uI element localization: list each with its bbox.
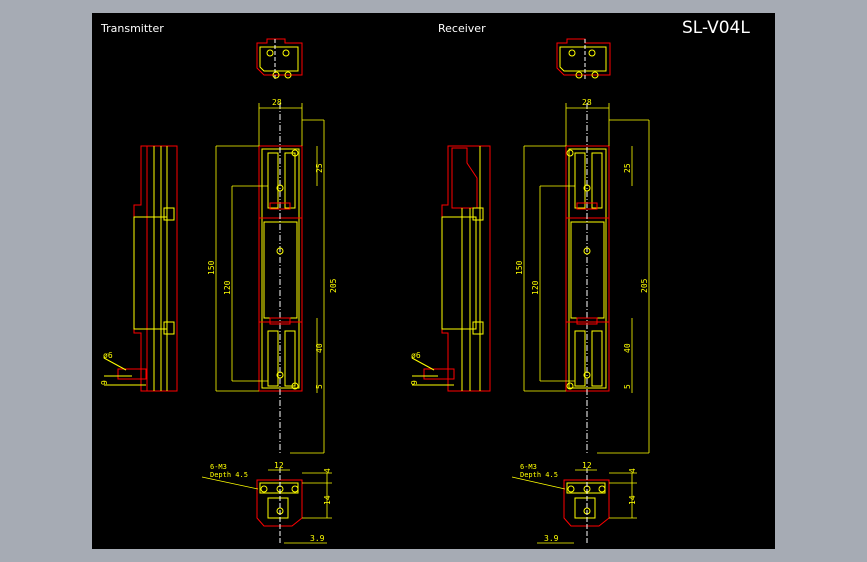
transmitter-pitch-top-dim: 25 [315,163,324,173]
transmitter-height-dim: 150 [207,260,216,275]
receiver-inner-length-dim: 120 [531,280,540,295]
transmitter-side-view [103,145,178,392]
receiver-side-view [411,145,491,392]
receiver-base-height-dim: 14 [628,495,637,505]
transmitter-base-height-dim: 14 [323,495,332,505]
transmitter-offset-dim: 9 [100,380,109,385]
transmitter-overall-length-dim: 205 [329,278,338,293]
transmitter-hole-dim: ø6 [103,351,113,360]
receiver-hole-dim: ø6 [411,351,421,360]
receiver-bottom-view [511,468,637,544]
receiver-pitch-bottom-dim: 40 [623,343,632,353]
receiver-group: ø6 9 28 25 150 120 205 40 5 12 6-M3 Dept… [410,38,650,544]
receiver-base-offset-dim: 3.9 [544,534,559,543]
receiver-front-view [565,103,610,453]
transmitter-base-width-dim: 12 [274,461,284,470]
cad-drawing: Transmitter Receiver SL-V04L ø6 9 28 25 … [100,18,750,544]
transmitter-bottom-view [201,468,332,544]
receiver-height-dim: 150 [515,260,524,275]
receiver-width-dim: 28 [582,98,592,107]
transmitter-mount-thread: 6-M3 [210,463,227,471]
transmitter-base-top-dim: 4 [323,468,332,473]
transmitter-base-offset-dim: 3.9 [310,534,325,543]
receiver-base-width-dim: 12 [582,461,592,470]
transmitter-width-dim: 28 [272,98,282,107]
transmitter-mount-depth: Depth 4.5 [210,471,248,479]
receiver-pitch-top-dim: 25 [623,163,632,173]
receiver-top-view [556,38,611,79]
transmitter-inner-length-dim: 120 [223,280,232,295]
receiver-label: Receiver [438,22,486,35]
transmitter-group: ø6 9 28 25 150 120 205 40 5 12 6-M3 Dept… [100,38,338,544]
receiver-base-top-dim: 4 [628,468,637,473]
cad-drawing-area: Transmitter Receiver SL-V04L ø6 9 28 25 … [92,13,775,549]
receiver-mount-depth: Depth 4.5 [520,471,558,479]
transmitter-front-view [258,103,303,453]
transmitter-label: Transmitter [100,22,164,35]
transmitter-bottom-margin-dim: 5 [315,384,324,389]
model-title: SL-V04L [682,18,750,38]
transmitter-top-view [256,38,303,79]
receiver-overall-length-dim: 205 [640,278,649,293]
transmitter-dimension-lines [215,103,325,454]
receiver-mount-thread: 6-M3 [520,463,537,471]
receiver-bottom-margin-dim: 5 [623,384,632,389]
receiver-offset-dim: 9 [410,380,419,385]
transmitter-pitch-bottom-dim: 40 [315,343,324,353]
